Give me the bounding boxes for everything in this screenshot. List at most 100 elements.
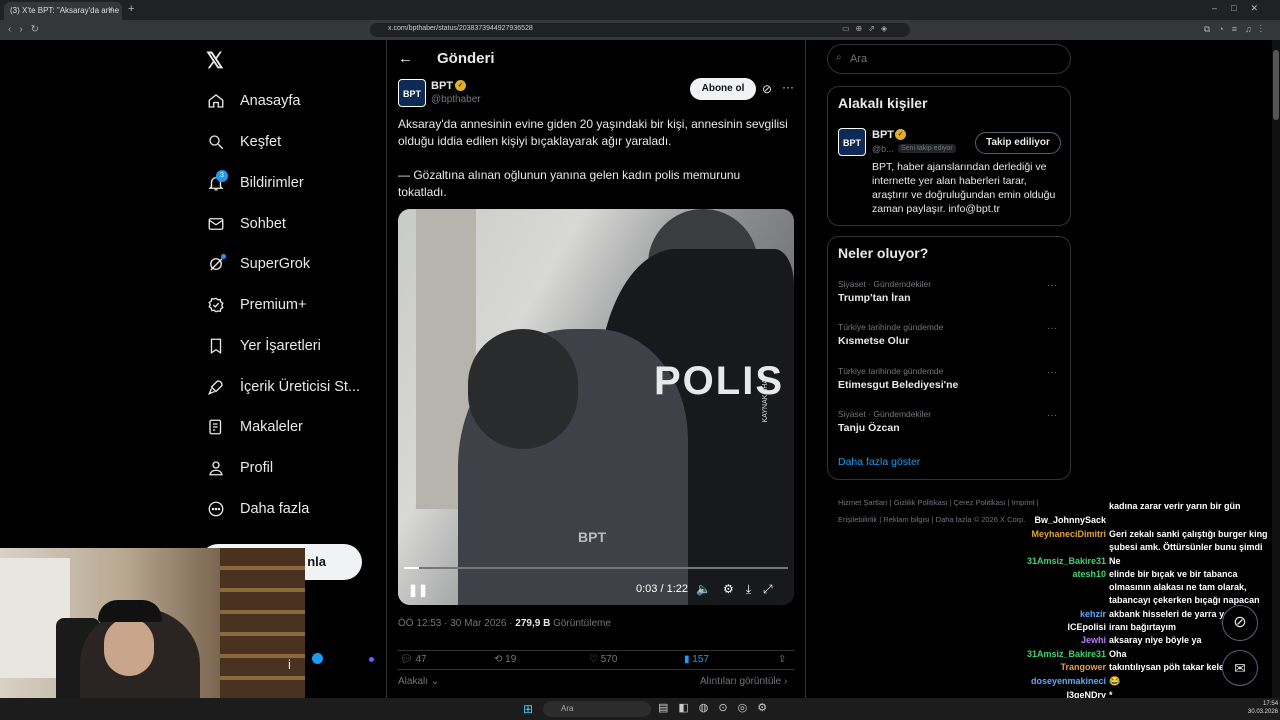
pause-icon[interactable]: ❚❚ xyxy=(408,583,428,597)
nav-explore[interactable]: Keşfet xyxy=(206,127,281,157)
nav-label: Keşfet xyxy=(240,134,282,150)
more-options-icon[interactable]: ··· xyxy=(1047,280,1057,291)
new-tab-button[interactable]: + xyxy=(128,3,134,15)
video-progress-bar[interactable] xyxy=(404,567,788,569)
show-more-link[interactable]: Daha fazla göster xyxy=(838,456,920,468)
related-name[interactable]: BPT xyxy=(872,129,894,141)
author-handle[interactable]: @bpthaber xyxy=(431,94,481,105)
nav-home[interactable]: Anasayfa xyxy=(206,86,300,116)
url-text[interactable]: x.com/bpthaber/status/203837394492793652… xyxy=(388,25,533,32)
scrollbar-thumb[interactable] xyxy=(1273,50,1279,120)
avatar[interactable]: BPT xyxy=(838,128,866,156)
timestamp[interactable]: ÖÖ 12:53 · 30 Mar 2026 · xyxy=(398,618,515,629)
person-icon xyxy=(206,458,226,478)
home-icon xyxy=(206,91,226,111)
sort-label: Alakalı xyxy=(398,676,429,687)
more-options-icon[interactable]: ··· xyxy=(1047,367,1057,378)
nav-more[interactable]: Daha fazla xyxy=(206,494,309,524)
following-button[interactable]: Takip ediliyor xyxy=(975,132,1061,154)
subscribe-button[interactable]: Abone ol xyxy=(690,78,756,100)
video-figure-head xyxy=(468,329,578,449)
mail-icon xyxy=(206,214,226,234)
video-control-icons[interactable]: 🔈⚙⤓⤢ xyxy=(696,582,785,597)
verified-badge-icon: ✓ xyxy=(455,80,466,91)
trend-item[interactable]: Tanju Özcan xyxy=(838,422,900,434)
bookmark-count: 157 xyxy=(692,654,709,665)
nav-profile[interactable]: Profil xyxy=(206,453,273,483)
more-options-icon[interactable]: ··· xyxy=(782,80,794,94)
nav-creator-studio[interactable]: İçerik Üreticisi St... xyxy=(206,372,360,402)
repost-button[interactable]: ⟲ 19 xyxy=(494,654,516,665)
nav-label: Daha fazla xyxy=(240,501,310,517)
repost-count: 19 xyxy=(505,654,517,665)
browser-tab[interactable]: (3) X'te BPT: "Aksaray'da anne xyxy=(4,2,122,20)
sort-relevant-dropdown[interactable]: Alakalı ⌄ xyxy=(398,676,439,687)
chat-message: Bw_JohnnySack xyxy=(1020,514,1280,527)
window-controls[interactable]: –□✕ xyxy=(1212,3,1272,14)
taskbar-search[interactable]: Ara xyxy=(543,701,651,717)
share-icon[interactable]: ⇪ xyxy=(778,654,786,665)
chat-username: MeyhaneciDimitri xyxy=(1031,529,1106,539)
webcam-overlay xyxy=(0,548,305,720)
chat-text: elinde bir bıçak ve bir tabanca olmasını… xyxy=(1109,569,1260,605)
clock-date: 30.03.2026 xyxy=(1248,709,1279,715)
like-button[interactable]: ♡ 570 xyxy=(589,654,617,665)
author-name[interactable]: BPT xyxy=(431,80,453,92)
grok-indicator-dot xyxy=(221,254,226,259)
nav-bookmarks[interactable]: Yer İşaretleri xyxy=(206,331,321,361)
heart-icon: ♡ xyxy=(589,654,601,665)
notification-badge: 3 xyxy=(216,170,228,182)
trend-item[interactable]: Etimesgut Belediyesi'ne xyxy=(838,379,958,391)
nav-label: İçerik Üreticisi St... xyxy=(240,379,361,395)
reply-button[interactable]: 💬︎ 47 xyxy=(400,654,427,665)
browser-nav-buttons[interactable]: ‹›↻ xyxy=(8,24,47,35)
taskbar-app-icons[interactable]: ▤◧◍⊙◎⚙ xyxy=(658,701,777,714)
chat-text: Geri zekalı sanki çalıştığı burger king … xyxy=(1109,529,1268,552)
search-input[interactable]: Ara xyxy=(827,44,1071,74)
scrollbar[interactable] xyxy=(1272,40,1280,698)
video-player[interactable]: POLIS KAYNAK: IHA BPT ❚❚ 0:03 / 1:22 🔈⚙⤓… xyxy=(398,209,794,605)
verified-badge-icon: ✓ xyxy=(895,129,906,140)
tab-title: (3) X'te BPT: "Aksaray'da anne xyxy=(10,6,120,15)
bookmark-button[interactable]: ▮ 157 xyxy=(684,654,709,665)
clock-time: 17:54 xyxy=(1263,701,1279,707)
chat-message: 31Amsiz_Bakire31 Ne xyxy=(1020,555,1280,568)
chat-username: Trangower xyxy=(1060,662,1106,672)
webcam-face xyxy=(104,618,154,676)
back-arrow-icon[interactable]: ← xyxy=(398,50,413,67)
grok-icon[interactable]: ⊘ xyxy=(762,82,772,96)
chat-username: 31Amsiz_Bakire31 xyxy=(1026,556,1106,566)
windows-start-icon[interactable]: ⊞ xyxy=(523,702,533,716)
trend-meta: Siyaset · Gündemdekiler xyxy=(838,409,932,419)
avatar[interactable]: BPT xyxy=(398,79,426,107)
grok-float-icon[interactable]: ⊘ xyxy=(1222,605,1258,641)
video-time: 0:03 / 1:22 xyxy=(636,583,688,595)
view-quotes-link[interactable]: Alıntıları görüntüle › xyxy=(700,676,787,687)
nav-articles[interactable]: Makaleler xyxy=(206,412,303,442)
browser-tab-bar xyxy=(0,0,1280,20)
chat-username: atesh10 xyxy=(1072,569,1106,579)
tweet-text: Aksaray'da annesinin evine giden 20 yaşı… xyxy=(398,116,788,218)
trend-item[interactable]: Kısmetse Olur xyxy=(838,335,909,347)
quotes-label: Alıntıları görüntüle xyxy=(700,676,782,687)
views-label: Görüntüleme xyxy=(550,618,611,629)
messages-float-icon[interactable]: ✉ xyxy=(1222,650,1258,686)
nav-chat[interactable]: Sohbet xyxy=(206,209,286,239)
related-bio: BPT, haber ajanslarından derlediği ve in… xyxy=(872,161,1056,215)
chat-username: ICEpolisi xyxy=(1067,622,1106,632)
nav-premium[interactable]: Premium+ xyxy=(206,290,306,320)
extension-icons[interactable]: ⧉◔≡♫⋮ xyxy=(1204,24,1270,35)
search-icon xyxy=(206,132,226,152)
more-options-icon[interactable]: ··· xyxy=(1047,410,1057,421)
taskbar-clock[interactable]: 17:54 30.03.2026 xyxy=(1248,700,1278,716)
url-action-icons[interactable]: ▭⊕⇗◈ xyxy=(842,24,893,33)
profile-name-fragment[interactable]: i xyxy=(288,657,291,672)
x-logo-icon[interactable]: 𝕏 xyxy=(206,48,224,74)
related-handle[interactable]: @b... xyxy=(872,144,894,154)
trend-item[interactable]: Trump'tan İran xyxy=(838,292,911,304)
nav-label: SuperGrok xyxy=(240,256,311,272)
close-tab-icon[interactable]: × xyxy=(108,4,113,14)
chat-text: Ne xyxy=(1109,556,1121,566)
chat-username: Jewhi xyxy=(1080,635,1106,645)
more-options-icon[interactable]: ··· xyxy=(1047,323,1057,334)
